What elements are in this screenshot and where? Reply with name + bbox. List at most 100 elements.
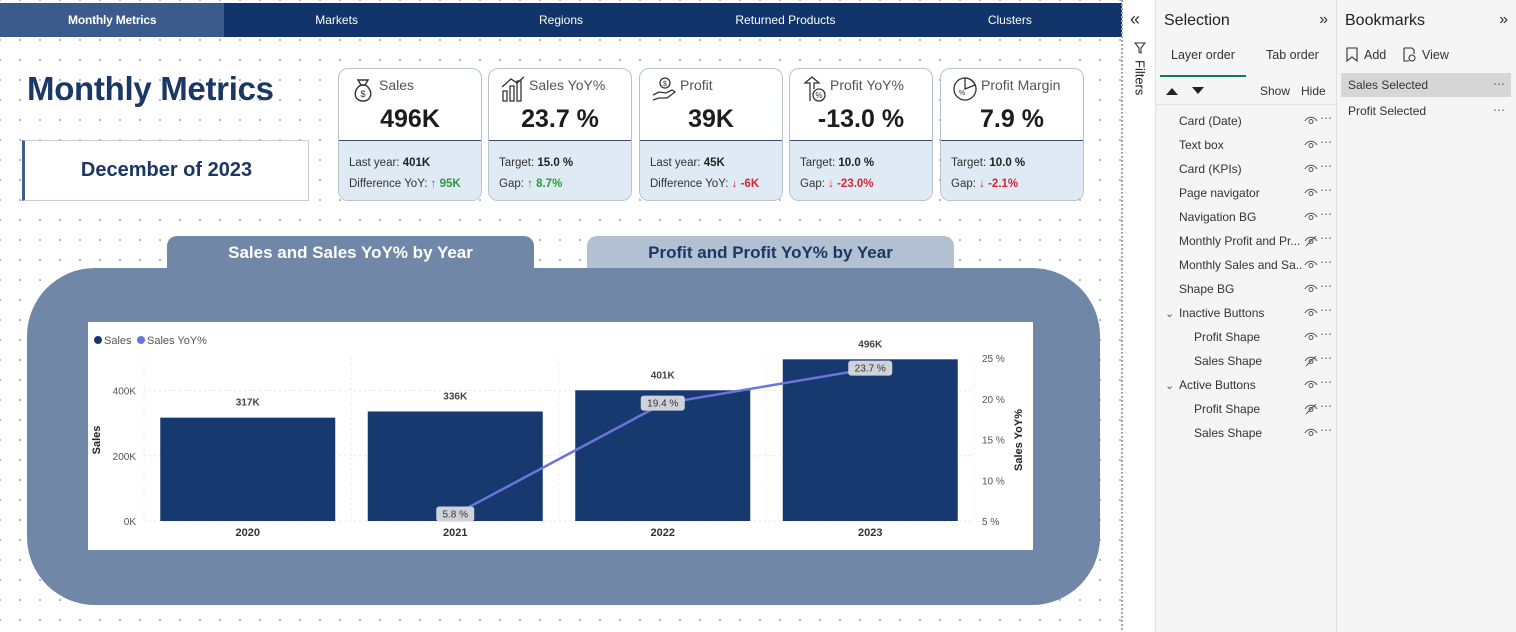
filters-label[interactable]: Filters — [1126, 60, 1154, 120]
layer-item[interactable]: Monthly Sales and Sa... ⋯ — [1156, 253, 1337, 277]
divider — [1156, 104, 1337, 105]
layer-item[interactable]: Page navigator ⋯ — [1156, 181, 1337, 205]
more-options-icon[interactable]: ⋯ — [1320, 303, 1332, 317]
more-options-icon[interactable]: ⋯ — [1320, 375, 1332, 389]
bar-sales-2020[interactable] — [160, 417, 336, 521]
line-data-label: 23.7 % — [855, 364, 886, 375]
more-options-icon[interactable]: ⋯ — [1320, 423, 1332, 437]
more-options-icon[interactable]: ⋯ — [1320, 111, 1332, 125]
filters-pane-collapsed[interactable]: « Filters — [1124, 0, 1156, 632]
more-options-icon[interactable]: ⋯ — [1320, 351, 1332, 365]
kpi-name: Profit YoY% — [830, 77, 904, 93]
y2-tick-label: 15 % — [982, 436, 1005, 447]
eye-icon[interactable] — [1304, 162, 1318, 176]
layer-name: Profit Shape — [1194, 402, 1261, 416]
more-options-icon[interactable]: ⋯ — [1320, 207, 1332, 221]
layer-item[interactable]: Shape BG ⋯ — [1156, 277, 1337, 301]
eye-hidden-icon[interactable] — [1304, 234, 1318, 248]
kpi-label: Target: — [499, 157, 538, 169]
bar-sales-2023[interactable] — [782, 359, 958, 521]
layer-item[interactable]: Sales Shape ⋯ — [1156, 421, 1337, 445]
collapse-right-icon[interactable]: » — [1499, 11, 1508, 29]
bookmark-item[interactable]: Sales Selected ⋯ — [1341, 73, 1511, 97]
eye-icon[interactable] — [1304, 258, 1318, 272]
nav-returned-products[interactable]: Returned Products — [673, 3, 897, 37]
kpi-difference-value: 95K — [439, 178, 461, 190]
filter-icon — [1134, 42, 1146, 54]
add-bookmark-button[interactable]: Add — [1346, 47, 1386, 62]
more-options-icon[interactable]: ⋯ — [1320, 135, 1332, 149]
layer-group-item[interactable]: ⌄ Inactive Buttons ⋯ — [1156, 301, 1337, 325]
eye-icon[interactable] — [1304, 114, 1318, 128]
eye-icon[interactable] — [1304, 282, 1318, 296]
more-options-icon[interactable]: ⋯ — [1320, 255, 1332, 269]
nav-clusters[interactable]: Clusters — [898, 3, 1122, 37]
tab-layer-order[interactable]: Layer order — [1171, 48, 1235, 62]
layer-name: Card (KPIs) — [1179, 162, 1242, 176]
y-axis-title: Sales — [91, 426, 103, 455]
profit-chart-tab-button[interactable]: Profit and Profit YoY% by Year — [587, 236, 954, 270]
more-options-icon[interactable]: ⋯ — [1320, 399, 1332, 413]
more-options-icon[interactable]: ⋯ — [1493, 77, 1505, 91]
layer-group-item[interactable]: ⌄ Active Buttons ⋯ — [1156, 373, 1337, 397]
y2-tick-label: 10 % — [982, 476, 1005, 487]
bookmark-item[interactable]: Profit Selected ⋯ — [1341, 99, 1511, 123]
eye-icon[interactable] — [1304, 138, 1318, 152]
bar-sales-2021[interactable] — [367, 411, 543, 521]
chevron-down-icon[interactable]: ⌄ — [1165, 379, 1174, 392]
add-label: Add — [1364, 47, 1387, 62]
nav-monthly-metrics[interactable]: Monthly Metrics — [0, 3, 225, 37]
kpi-label: Target: — [800, 157, 839, 169]
money-bag-icon: $ — [354, 79, 372, 102]
view-bookmark-button[interactable]: View — [1403, 47, 1449, 62]
arrow-up-icon: ↑ — [527, 178, 533, 190]
kpi-value: 23.7 % — [521, 105, 599, 133]
eye-icon[interactable] — [1304, 330, 1318, 344]
layer-item[interactable]: Navigation BG ⋯ — [1156, 205, 1337, 229]
kpi-line-2: Gap: ↓ -23.0% — [800, 174, 932, 195]
tab-tab-order[interactable]: Tab order — [1266, 48, 1319, 62]
layer-item[interactable]: Profit Shape ⋯ — [1156, 397, 1337, 421]
kpi-target-value: 10.0 % — [838, 157, 875, 169]
nav-markets[interactable]: Markets — [224, 3, 448, 37]
eye-icon[interactable] — [1304, 426, 1318, 440]
more-options-icon[interactable]: ⋯ — [1320, 279, 1332, 293]
sales-combo-chart[interactable]: 0K 200K 400K 5 % 10 % 15 % 20 % 25 % 317K 2020 336… — [88, 322, 1033, 550]
more-options-icon[interactable]: ⋯ — [1493, 103, 1505, 117]
more-options-icon[interactable]: ⋯ — [1320, 327, 1332, 341]
x-tick-label: 2021 — [443, 527, 467, 539]
expand-left-icon[interactable]: « — [1130, 9, 1140, 30]
eye-hidden-icon[interactable] — [1304, 402, 1318, 416]
layer-item[interactable]: Sales Shape ⋯ — [1156, 349, 1337, 373]
show-all-button[interactable]: Show — [1260, 84, 1290, 98]
move-down-icon[interactable] — [1191, 86, 1205, 96]
x-tick-label: 2020 — [236, 527, 260, 539]
eye-icon[interactable] — [1304, 306, 1318, 320]
eye-icon[interactable] — [1304, 210, 1318, 224]
layer-name: Active Buttons — [1179, 378, 1256, 392]
more-options-icon[interactable]: ⋯ — [1320, 231, 1332, 245]
layer-item[interactable]: Card (Date) ⋯ — [1156, 109, 1337, 133]
move-up-icon[interactable] — [1165, 86, 1179, 96]
bookmark-add-icon — [1346, 47, 1358, 62]
svg-text:$: $ — [360, 89, 365, 99]
collapse-right-icon[interactable]: » — [1319, 11, 1328, 29]
layer-item[interactable]: Profit Shape ⋯ — [1156, 325, 1337, 349]
more-options-icon[interactable]: ⋯ — [1320, 159, 1332, 173]
eye-icon[interactable] — [1304, 186, 1318, 200]
more-options-icon[interactable]: ⋯ — [1320, 183, 1332, 197]
hide-all-button[interactable]: Hide — [1301, 84, 1326, 98]
kpi-target-value: 10.0 % — [989, 157, 1026, 169]
layer-item[interactable]: Card (KPIs) ⋯ — [1156, 157, 1337, 181]
y2-tick-label: 25 % — [982, 354, 1005, 365]
svg-text:%: % — [815, 91, 822, 100]
layer-item[interactable]: Text box ⋯ — [1156, 133, 1337, 157]
nav-regions[interactable]: Regions — [449, 3, 673, 37]
layer-item[interactable]: Monthly Profit and Pr... ⋯ — [1156, 229, 1337, 253]
eye-icon[interactable] — [1304, 378, 1318, 392]
eye-hidden-icon[interactable] — [1304, 354, 1318, 368]
sales-chart-tab-button[interactable]: Sales and Sales YoY% by Year — [167, 236, 534, 270]
layer-name: Navigation BG — [1179, 210, 1257, 224]
kpi-line-2: Gap: ↑ 8.7% — [499, 174, 631, 195]
chevron-down-icon[interactable]: ⌄ — [1165, 307, 1174, 320]
